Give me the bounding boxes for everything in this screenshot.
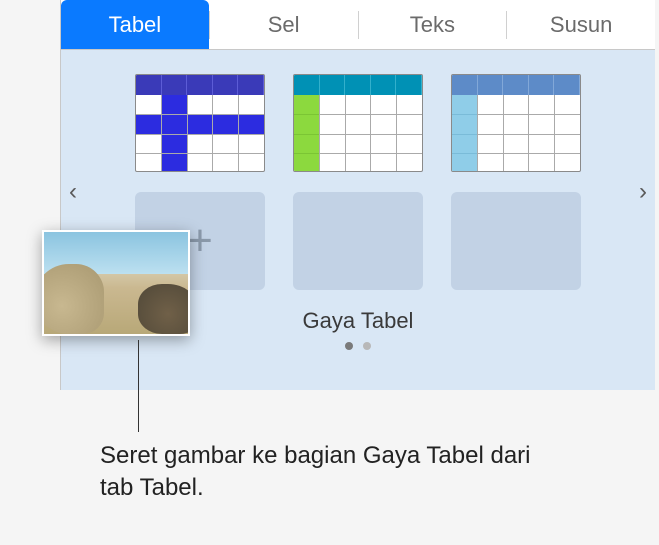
styles-row-1: [81, 74, 635, 172]
table-style-thumbnail[interactable]: [293, 74, 423, 172]
chevron-right-icon[interactable]: ›: [639, 178, 647, 206]
page-dot[interactable]: [345, 342, 353, 350]
callout-line: [138, 340, 139, 432]
table-style-thumbnail[interactable]: [451, 74, 581, 172]
tab-sel[interactable]: Sel: [210, 0, 358, 49]
empty-style-slot[interactable]: [293, 192, 423, 290]
table-style-thumbnail[interactable]: [135, 74, 265, 172]
empty-style-slot[interactable]: [451, 192, 581, 290]
dragged-image-thumbnail[interactable]: [42, 230, 190, 336]
tab-bar: Tabel Sel Teks Susun: [61, 0, 655, 50]
tab-susun[interactable]: Susun: [507, 0, 655, 49]
tab-tabel[interactable]: Tabel: [61, 0, 209, 49]
callout-text: Seret gambar ke bagian Gaya Tabel dari t…: [100, 440, 560, 505]
table-styles-panel: ‹ ›: [61, 50, 655, 390]
page-dot[interactable]: [363, 342, 371, 350]
plus-icon: +: [187, 219, 213, 263]
chevron-left-icon[interactable]: ‹: [69, 178, 77, 206]
page-dots: [81, 342, 635, 350]
tab-teks[interactable]: Teks: [359, 0, 507, 49]
